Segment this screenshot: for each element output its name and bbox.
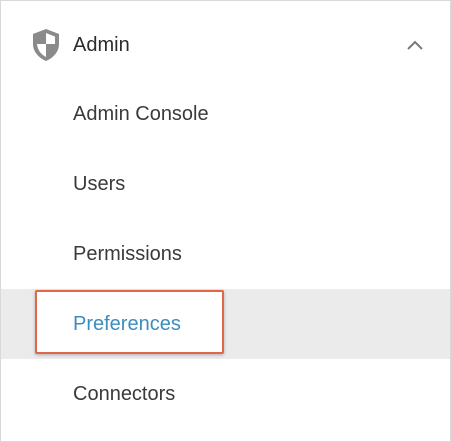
menu-item-label: Users xyxy=(73,173,126,195)
admin-section-title: Admin xyxy=(73,34,130,56)
menu-item-label: Preferences xyxy=(73,313,181,335)
menu-item-admin-console[interactable]: Admin Console xyxy=(1,79,450,149)
menu-item-label: Connectors xyxy=(73,383,176,405)
admin-section-header[interactable]: Admin xyxy=(1,10,450,80)
menu-item-preferences[interactable]: Preferences xyxy=(1,289,450,359)
chevron-up-icon[interactable] xyxy=(404,38,426,52)
menu-item-permissions[interactable]: Permissions xyxy=(1,219,450,289)
menu-item-users[interactable]: Users xyxy=(1,149,450,219)
admin-nav-panel: Admin Admin Console Users Permissions Pr… xyxy=(0,0,451,442)
menu-item-connectors[interactable]: Connectors xyxy=(1,359,450,429)
shield-icon xyxy=(31,28,61,62)
menu-item-label: Admin Console xyxy=(73,103,209,125)
menu-item-label: Permissions xyxy=(73,243,182,265)
